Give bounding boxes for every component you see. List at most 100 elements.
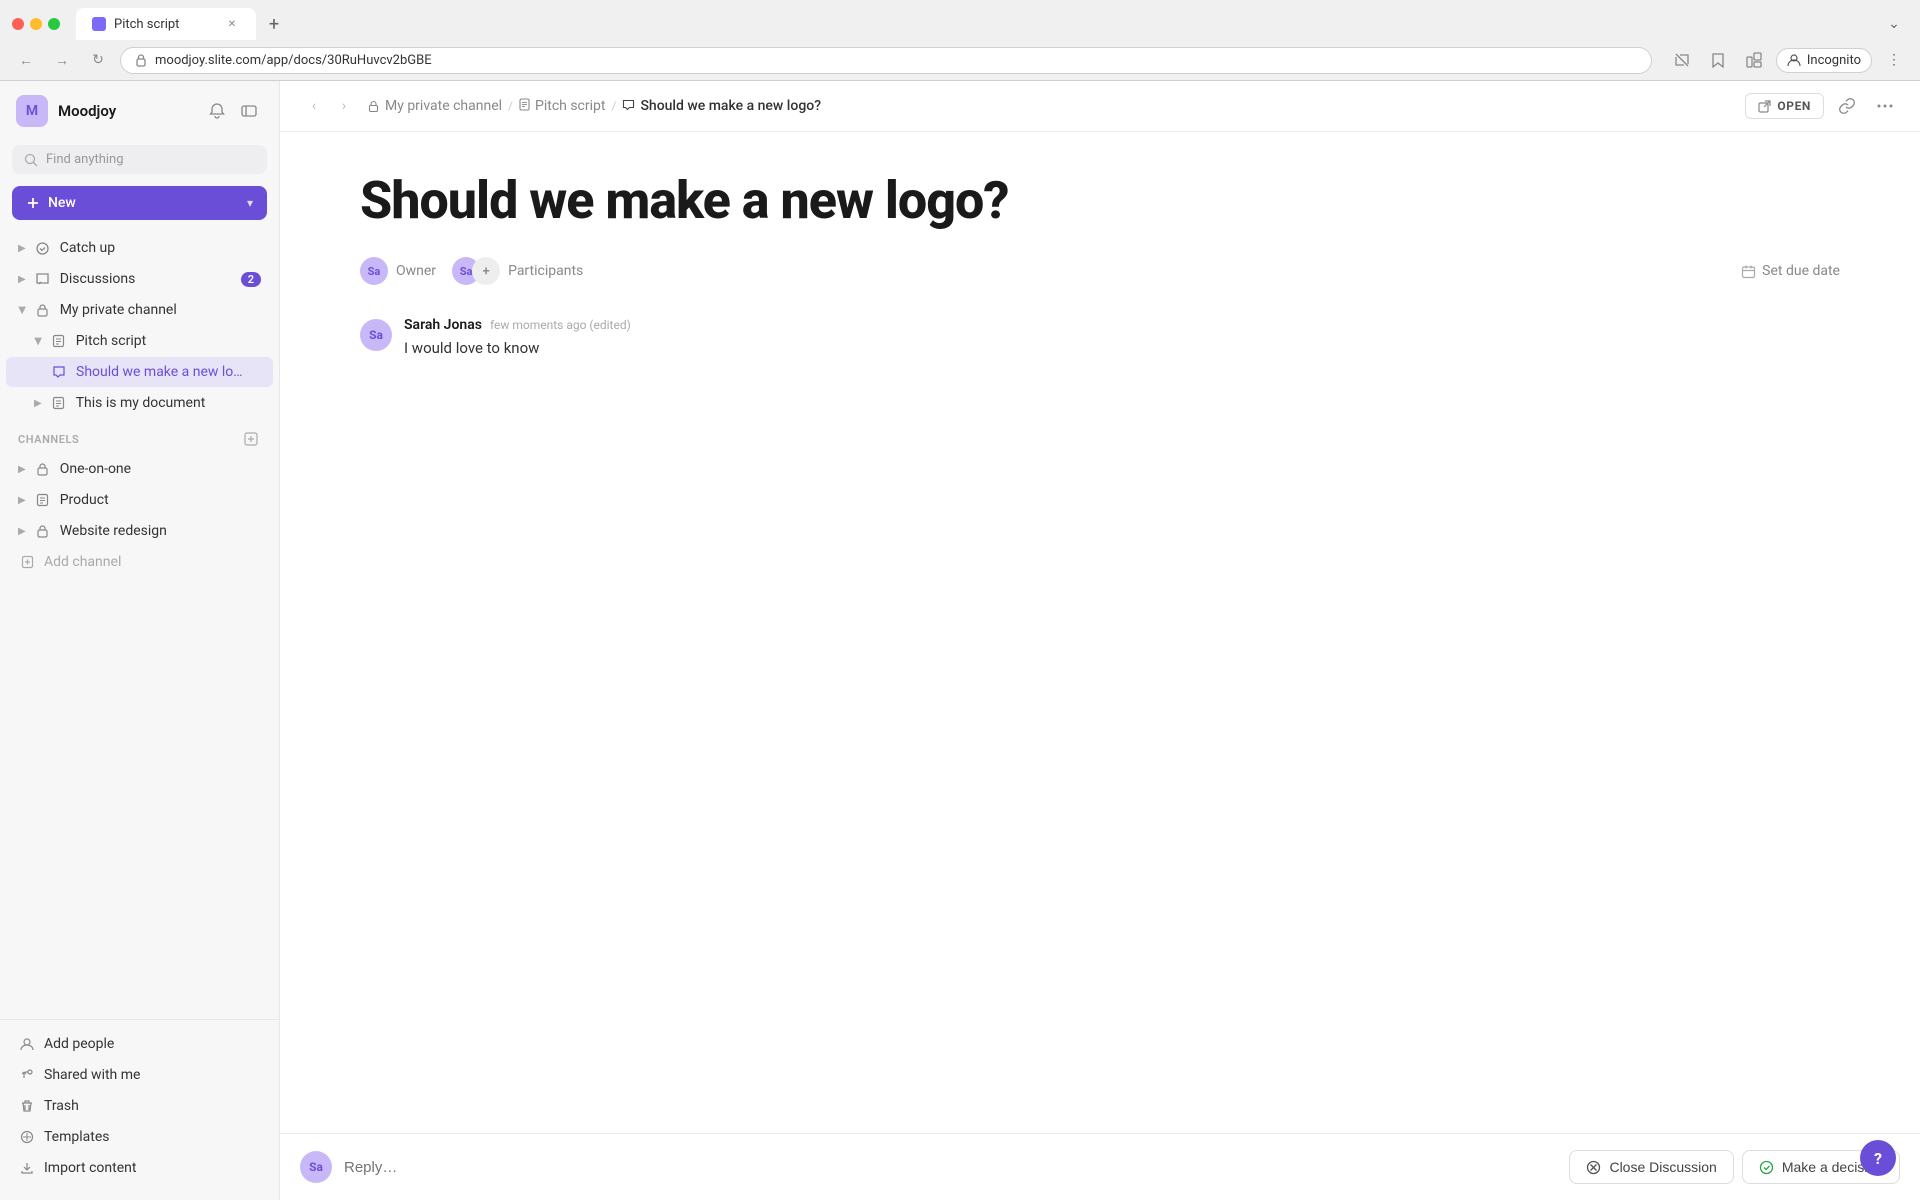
tab-list-chevron[interactable]: ⌄	[1880, 10, 1908, 38]
forward-nav-arrow[interactable]: ›	[330, 92, 358, 120]
search-bar[interactable]: Find anything	[12, 145, 267, 174]
add-people-label: Add people	[44, 1036, 261, 1052]
tab-bar: Pitch script ✕ + ⌄	[0, 0, 1920, 40]
minimize-traffic-light[interactable]	[30, 18, 42, 30]
chevron-icon: ▶	[18, 464, 26, 475]
browser-chrome: Pitch script ✕ + ⌄ ← → ↻ moodjoy.slite.c…	[0, 0, 1920, 81]
sidebar-item-catch-up[interactable]: ▶ Catch up	[6, 233, 273, 263]
sidebar-item-add-channel[interactable]: Add channel	[6, 547, 273, 577]
chevron-icon: ▶	[18, 243, 26, 254]
browser-menu-icon[interactable]: ⋮	[1880, 46, 1908, 74]
comment-author: Sarah Jonas	[404, 317, 482, 333]
sidebar-collapse-button[interactable]	[235, 97, 263, 125]
close-discussion-button[interactable]: Close Discussion	[1569, 1150, 1733, 1184]
tab-right-area: ⌄	[1880, 10, 1908, 38]
external-link-icon	[1758, 100, 1771, 113]
comment-time: few moments ago (edited)	[490, 318, 631, 332]
import-icon	[18, 1159, 36, 1177]
notifications-button[interactable]	[203, 97, 231, 125]
breadcrumb-my-private-channel-label: My private channel	[385, 98, 502, 114]
doc-icon	[50, 394, 68, 412]
should-we-make-label: Should we make a new lo…	[76, 364, 261, 380]
close-traffic-light[interactable]	[12, 18, 24, 30]
comment-avatar: Sa	[360, 319, 392, 351]
sidebar-item-add-people[interactable]: Add people	[6, 1029, 273, 1059]
sidebar-item-shared-with-me[interactable]: Shared with me	[6, 1060, 273, 1090]
one-on-one-label: One-on-one	[60, 461, 261, 477]
url-bar[interactable]: moodjoy.slite.com/app/docs/30RuHuvcv2bGB…	[120, 47, 1652, 74]
profile-button[interactable]: Incognito	[1776, 48, 1872, 73]
sidebar-item-should-we-make[interactable]: Should we make a new lo…	[6, 357, 273, 387]
extension-icon[interactable]	[1740, 46, 1768, 74]
back-button[interactable]: ←	[12, 46, 40, 74]
link-copy-button[interactable]	[1832, 91, 1862, 121]
sidebar-item-one-on-one[interactable]: ▶ One-on-one	[6, 454, 273, 484]
address-actions: Incognito ⋮	[1668, 46, 1908, 74]
reply-input[interactable]	[344, 1159, 1557, 1176]
sidebar-item-product[interactable]: ▶ Product	[6, 485, 273, 515]
back-nav-arrow[interactable]: ‹	[300, 92, 328, 120]
tab-title: Pitch script	[114, 17, 179, 32]
sidebar-item-pitch-script[interactable]: ▶ Pitch script	[6, 326, 273, 356]
chevron-down-icon: ▶	[32, 337, 43, 345]
import-content-label: Import content	[44, 1160, 261, 1176]
refresh-button[interactable]: ↻	[84, 46, 112, 74]
sidebar-item-my-private-channel[interactable]: ▶ My private channel	[6, 295, 273, 325]
open-button-label: OPEN	[1777, 99, 1811, 113]
catch-up-label: Catch up	[60, 240, 261, 256]
participant-add-avatar: +	[472, 257, 500, 285]
catch-up-icon	[34, 239, 52, 257]
sidebar-item-import-content[interactable]: Import content	[6, 1153, 273, 1183]
url-text: moodjoy.slite.com/app/docs/30RuHuvcv2bGB…	[155, 53, 432, 68]
new-button[interactable]: New ▾	[12, 186, 267, 220]
owner-meta[interactable]: Sa Owner	[360, 257, 436, 285]
comment-header: Sarah Jonas few moments ago (edited)	[404, 317, 1840, 333]
owner-avatar: Sa	[360, 257, 388, 285]
sidebar-header-actions	[203, 97, 263, 125]
templates-label: Templates	[44, 1129, 261, 1145]
sidebar-nav: ▶ Catch up ▶ Discussio	[0, 228, 279, 1019]
profile-icon	[1787, 53, 1801, 67]
breadcrumb: My private channel / Pitch script /	[366, 98, 821, 114]
sidebar-item-this-is-my-document[interactable]: ▶ This is my document	[6, 388, 273, 418]
product-label: Product	[60, 492, 261, 508]
lock-icon	[34, 301, 52, 319]
breadcrumb-discussion[interactable]: Should we make a new logo?	[622, 98, 821, 114]
comment-body: Sarah Jonas few moments ago (edited) I w…	[404, 317, 1840, 360]
owner-label: Owner	[396, 263, 436, 279]
breadcrumb-pitch-script-label: Pitch script	[535, 98, 605, 114]
more-options-button[interactable]	[1870, 91, 1900, 121]
active-tab[interactable]: Pitch script ✕	[76, 8, 256, 40]
new-tab-button[interactable]: +	[260, 10, 288, 38]
breadcrumb-pitch-script[interactable]: Pitch script	[519, 98, 605, 114]
comment: Sa Sarah Jonas few moments ago (edited) …	[360, 317, 1840, 360]
chevron-icon: ▶	[18, 274, 26, 285]
sidebar-item-website-redesign[interactable]: ▶ Website redesign	[6, 516, 273, 546]
comment-text: I would love to know	[404, 337, 1840, 360]
bookmark-icon[interactable]	[1704, 46, 1732, 74]
sidebar: M Moodjoy	[0, 81, 280, 1200]
address-bar: ← → ↻ moodjoy.slite.com/app/docs/30RuHuv…	[0, 40, 1920, 80]
camera-off-icon[interactable]	[1668, 46, 1696, 74]
sidebar-item-templates[interactable]: Templates	[6, 1122, 273, 1152]
participants-meta[interactable]: Sa + Participants	[452, 257, 583, 285]
trash-icon	[18, 1097, 36, 1115]
help-button[interactable]: ?	[1860, 1140, 1896, 1176]
pitch-script-label: Pitch script	[76, 333, 261, 349]
main-content: ‹ › My private channel /	[280, 81, 1920, 1200]
discussion-title: Should we make a new logo?	[360, 172, 1840, 229]
set-due-date-button[interactable]: Set due date	[1741, 263, 1840, 279]
discussions-icon	[34, 270, 52, 288]
open-button[interactable]: OPEN	[1745, 93, 1824, 119]
discussions-badge: 2	[241, 272, 261, 287]
sidebar-item-discussions[interactable]: ▶ Discussions 2	[6, 264, 273, 294]
maximize-traffic-light[interactable]	[48, 18, 60, 30]
shared-with-me-label: Shared with me	[44, 1067, 261, 1083]
breadcrumb-my-private-channel[interactable]: My private channel	[366, 98, 502, 114]
share-icon	[18, 1066, 36, 1084]
add-channel-section-button[interactable]	[241, 429, 261, 449]
discussion-icon	[622, 99, 635, 114]
tab-close-button[interactable]: ✕	[224, 16, 240, 32]
forward-button[interactable]: →	[48, 46, 76, 74]
sidebar-item-trash[interactable]: Trash	[6, 1091, 273, 1121]
